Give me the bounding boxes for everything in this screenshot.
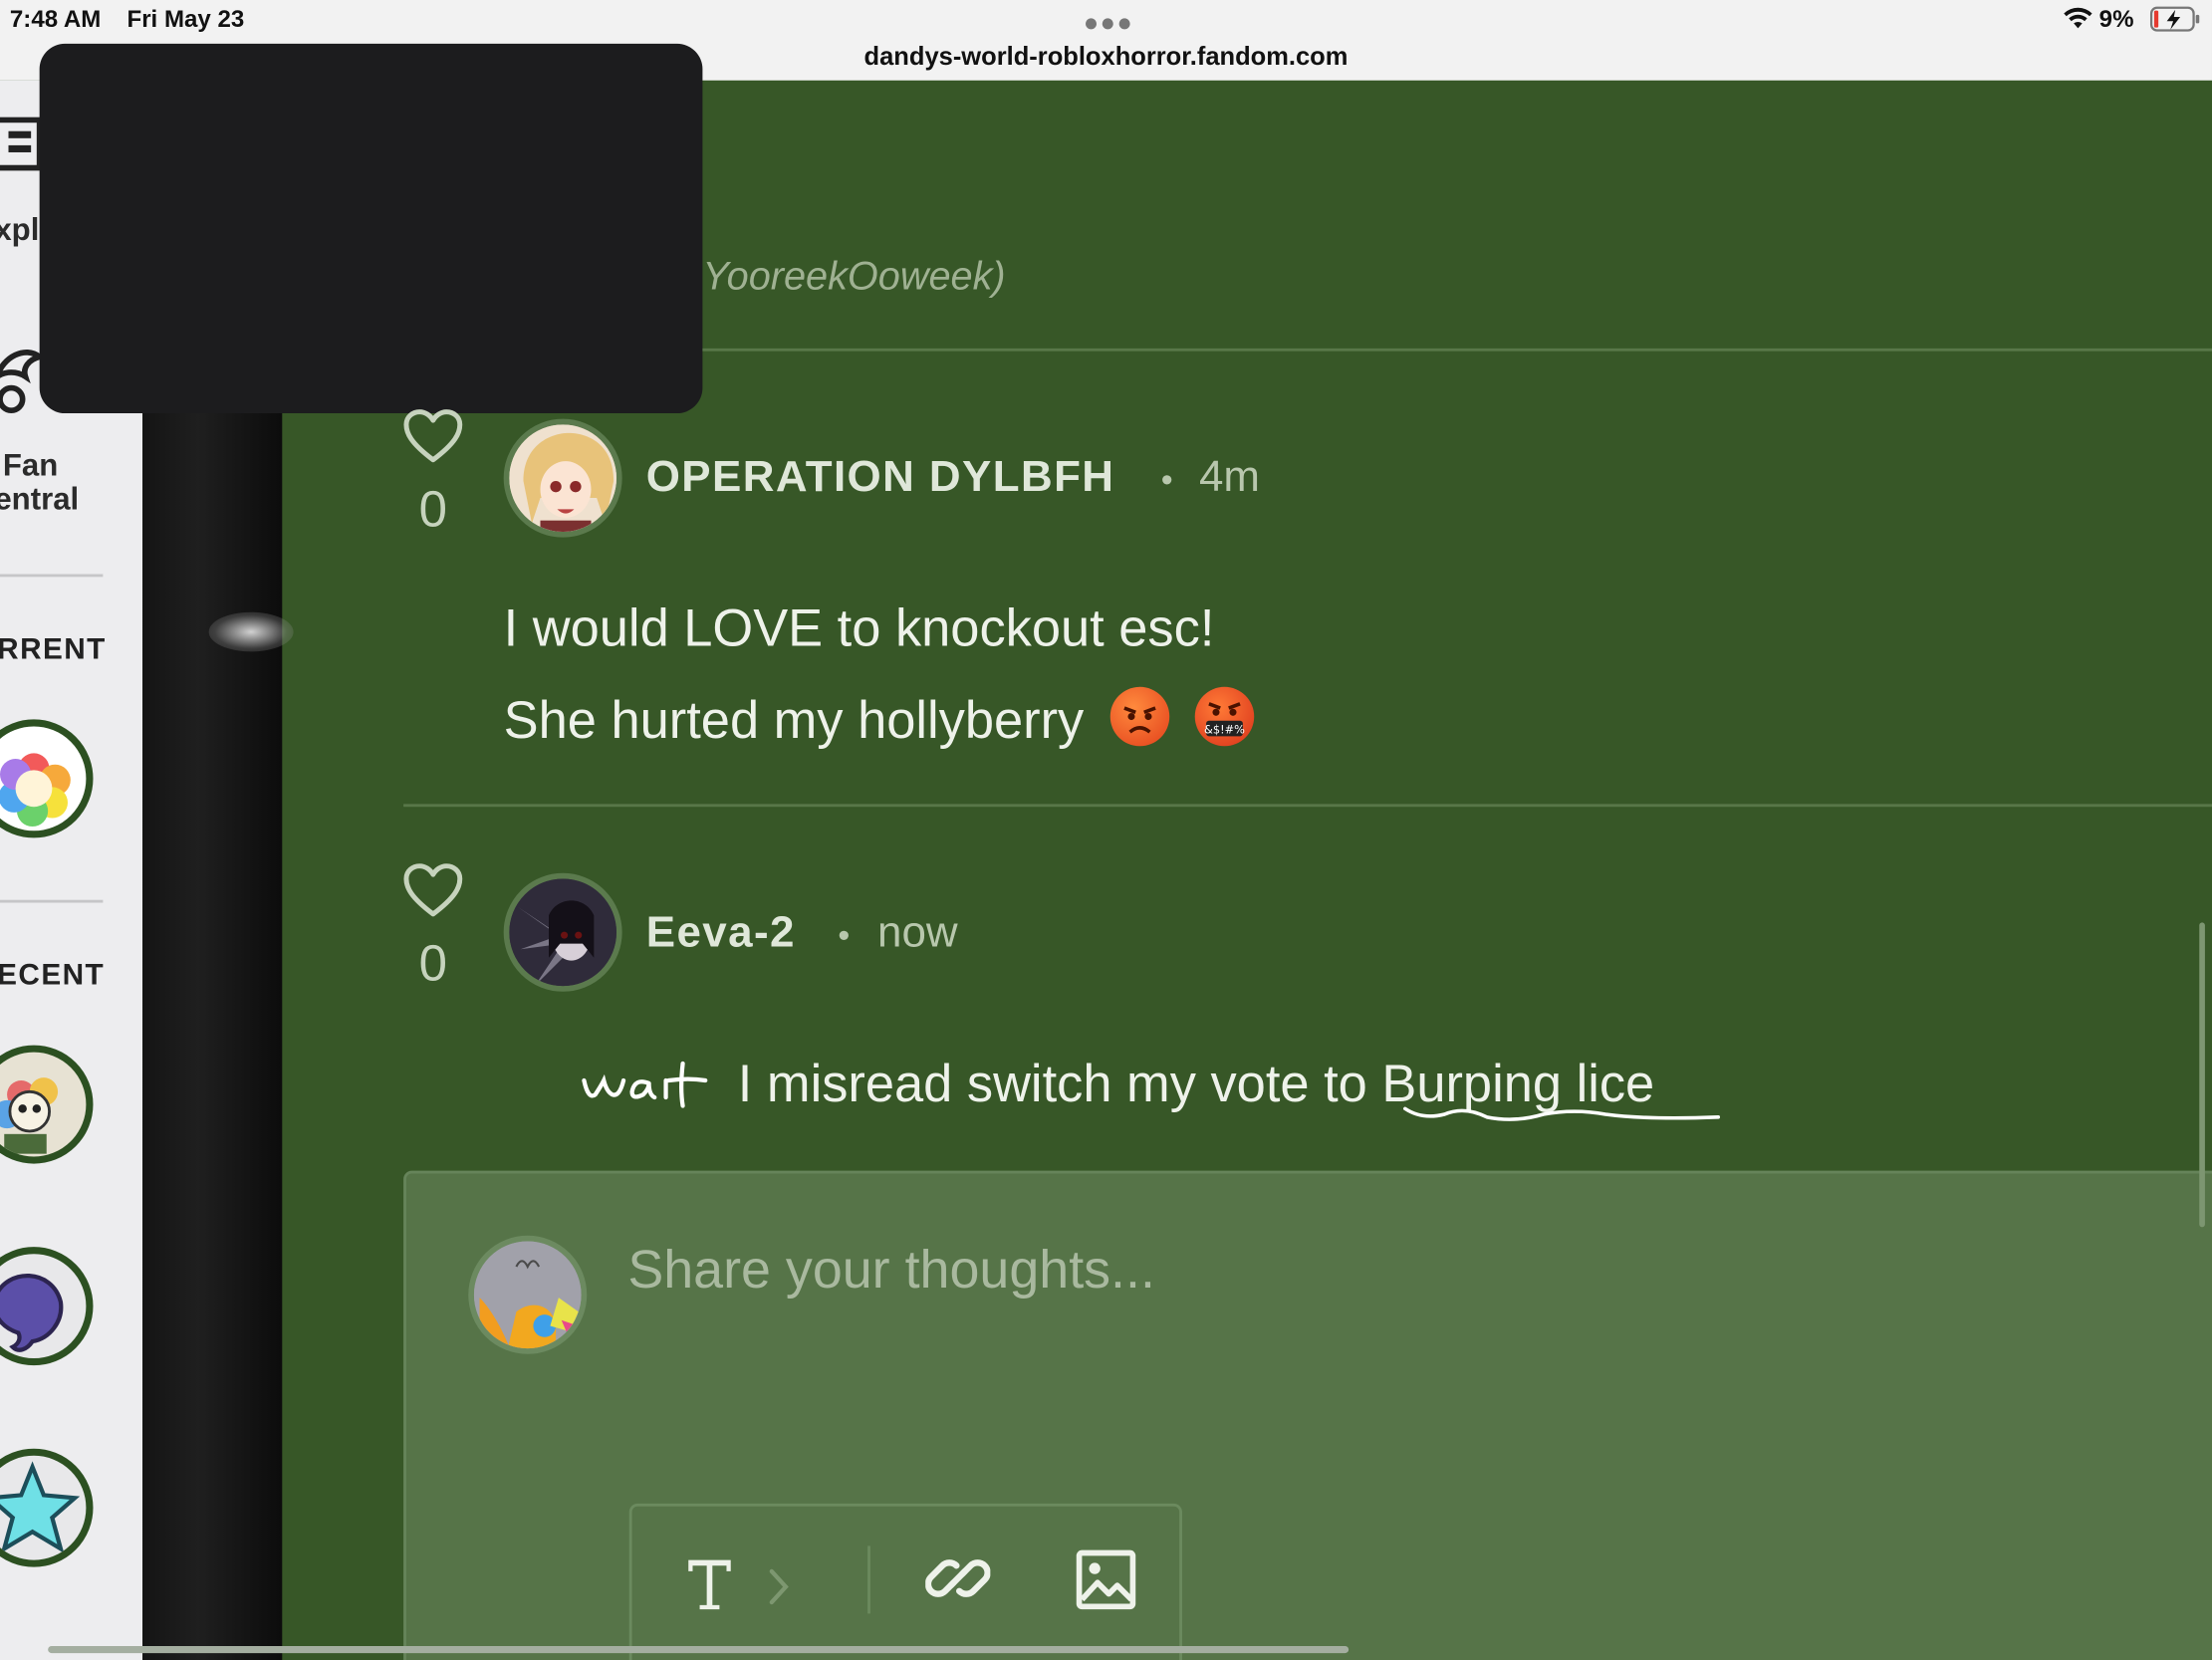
dot-separator: • [838,916,851,955]
heart-icon[interactable] [402,409,464,466]
comment-text-line2: She hurted my hollyberry &$!#% [503,686,1255,751]
light-glare [208,611,294,652]
comment-username[interactable]: Eeva-2 [646,907,796,958]
handwritten-annotation [582,1061,708,1108]
recent-wiki-avatar-3[interactable] [0,1448,94,1567]
comment-divider [702,348,2212,352]
user-avatar[interactable] [503,418,622,538]
svg-text:&$!#%: &$!#% [1204,723,1245,737]
sidebar-divider [0,574,104,578]
current-section-label: RRENT [0,632,107,666]
comment-divider [403,804,2212,808]
like-count: 0 [418,479,448,538]
fan-central-label-line1[interactable]: Fan [3,447,58,484]
current-user-avatar [468,1235,588,1354]
wifi-icon [2064,7,2092,29]
status-time: 7:48 AM [9,5,102,33]
overlay-popup [39,43,703,414]
angry-face-icon [1109,686,1169,747]
handwritten-underline [1403,1106,1721,1121]
toolbar-separator [867,1545,870,1614]
chevron-right-icon[interactable] [766,1565,794,1607]
explore-icon[interactable] [0,117,43,174]
comment-text: She hurted my hollyberry [503,691,1085,750]
explore-label[interactable]: xpl [0,211,39,248]
cursing-face-icon: &$!#% [1194,686,1255,747]
previous-comment-signature: YooreekOoweek) [702,253,1006,298]
sidebar-divider [0,899,104,903]
fan-central-label-line2[interactable]: entral [0,481,79,518]
comment-input[interactable]: Share your thoughts... [627,1241,1155,1302]
link-icon[interactable] [925,1545,991,1610]
heart-icon[interactable] [402,863,464,920]
multitasking-dots-icon[interactable]: ●●● [1084,8,1133,38]
screen: 7:48 AM Fri May 23 ●●● dandys-world-robl… [0,0,2212,1660]
comment-timestamp[interactable]: 4m [1199,451,1260,502]
comment-username[interactable]: OPERATION DYLBFH [646,451,1115,502]
comment-timestamp[interactable]: now [877,907,958,958]
battery-percent: 9% [2098,5,2134,33]
current-wiki-avatar[interactable] [0,719,94,838]
status-date: Fri May 23 [126,5,245,33]
comment-text-line1: I would LOVE to knockout esc! [503,598,1215,658]
home-indicator[interactable] [48,1645,1350,1654]
recent-wiki-avatar-1[interactable] [0,1045,94,1164]
image-icon[interactable] [1075,1548,1136,1610]
recent-section-label: ECENT [0,959,106,992]
vertical-scrollbar[interactable] [2199,922,2205,1228]
recent-wiki-avatar-2[interactable] [0,1247,94,1366]
dot-separator: • [1160,461,1173,500]
user-avatar[interactable] [503,872,622,992]
battery-charging-icon [2149,6,2200,32]
like-count: 0 [418,933,448,992]
text-format-icon[interactable] [683,1554,740,1611]
